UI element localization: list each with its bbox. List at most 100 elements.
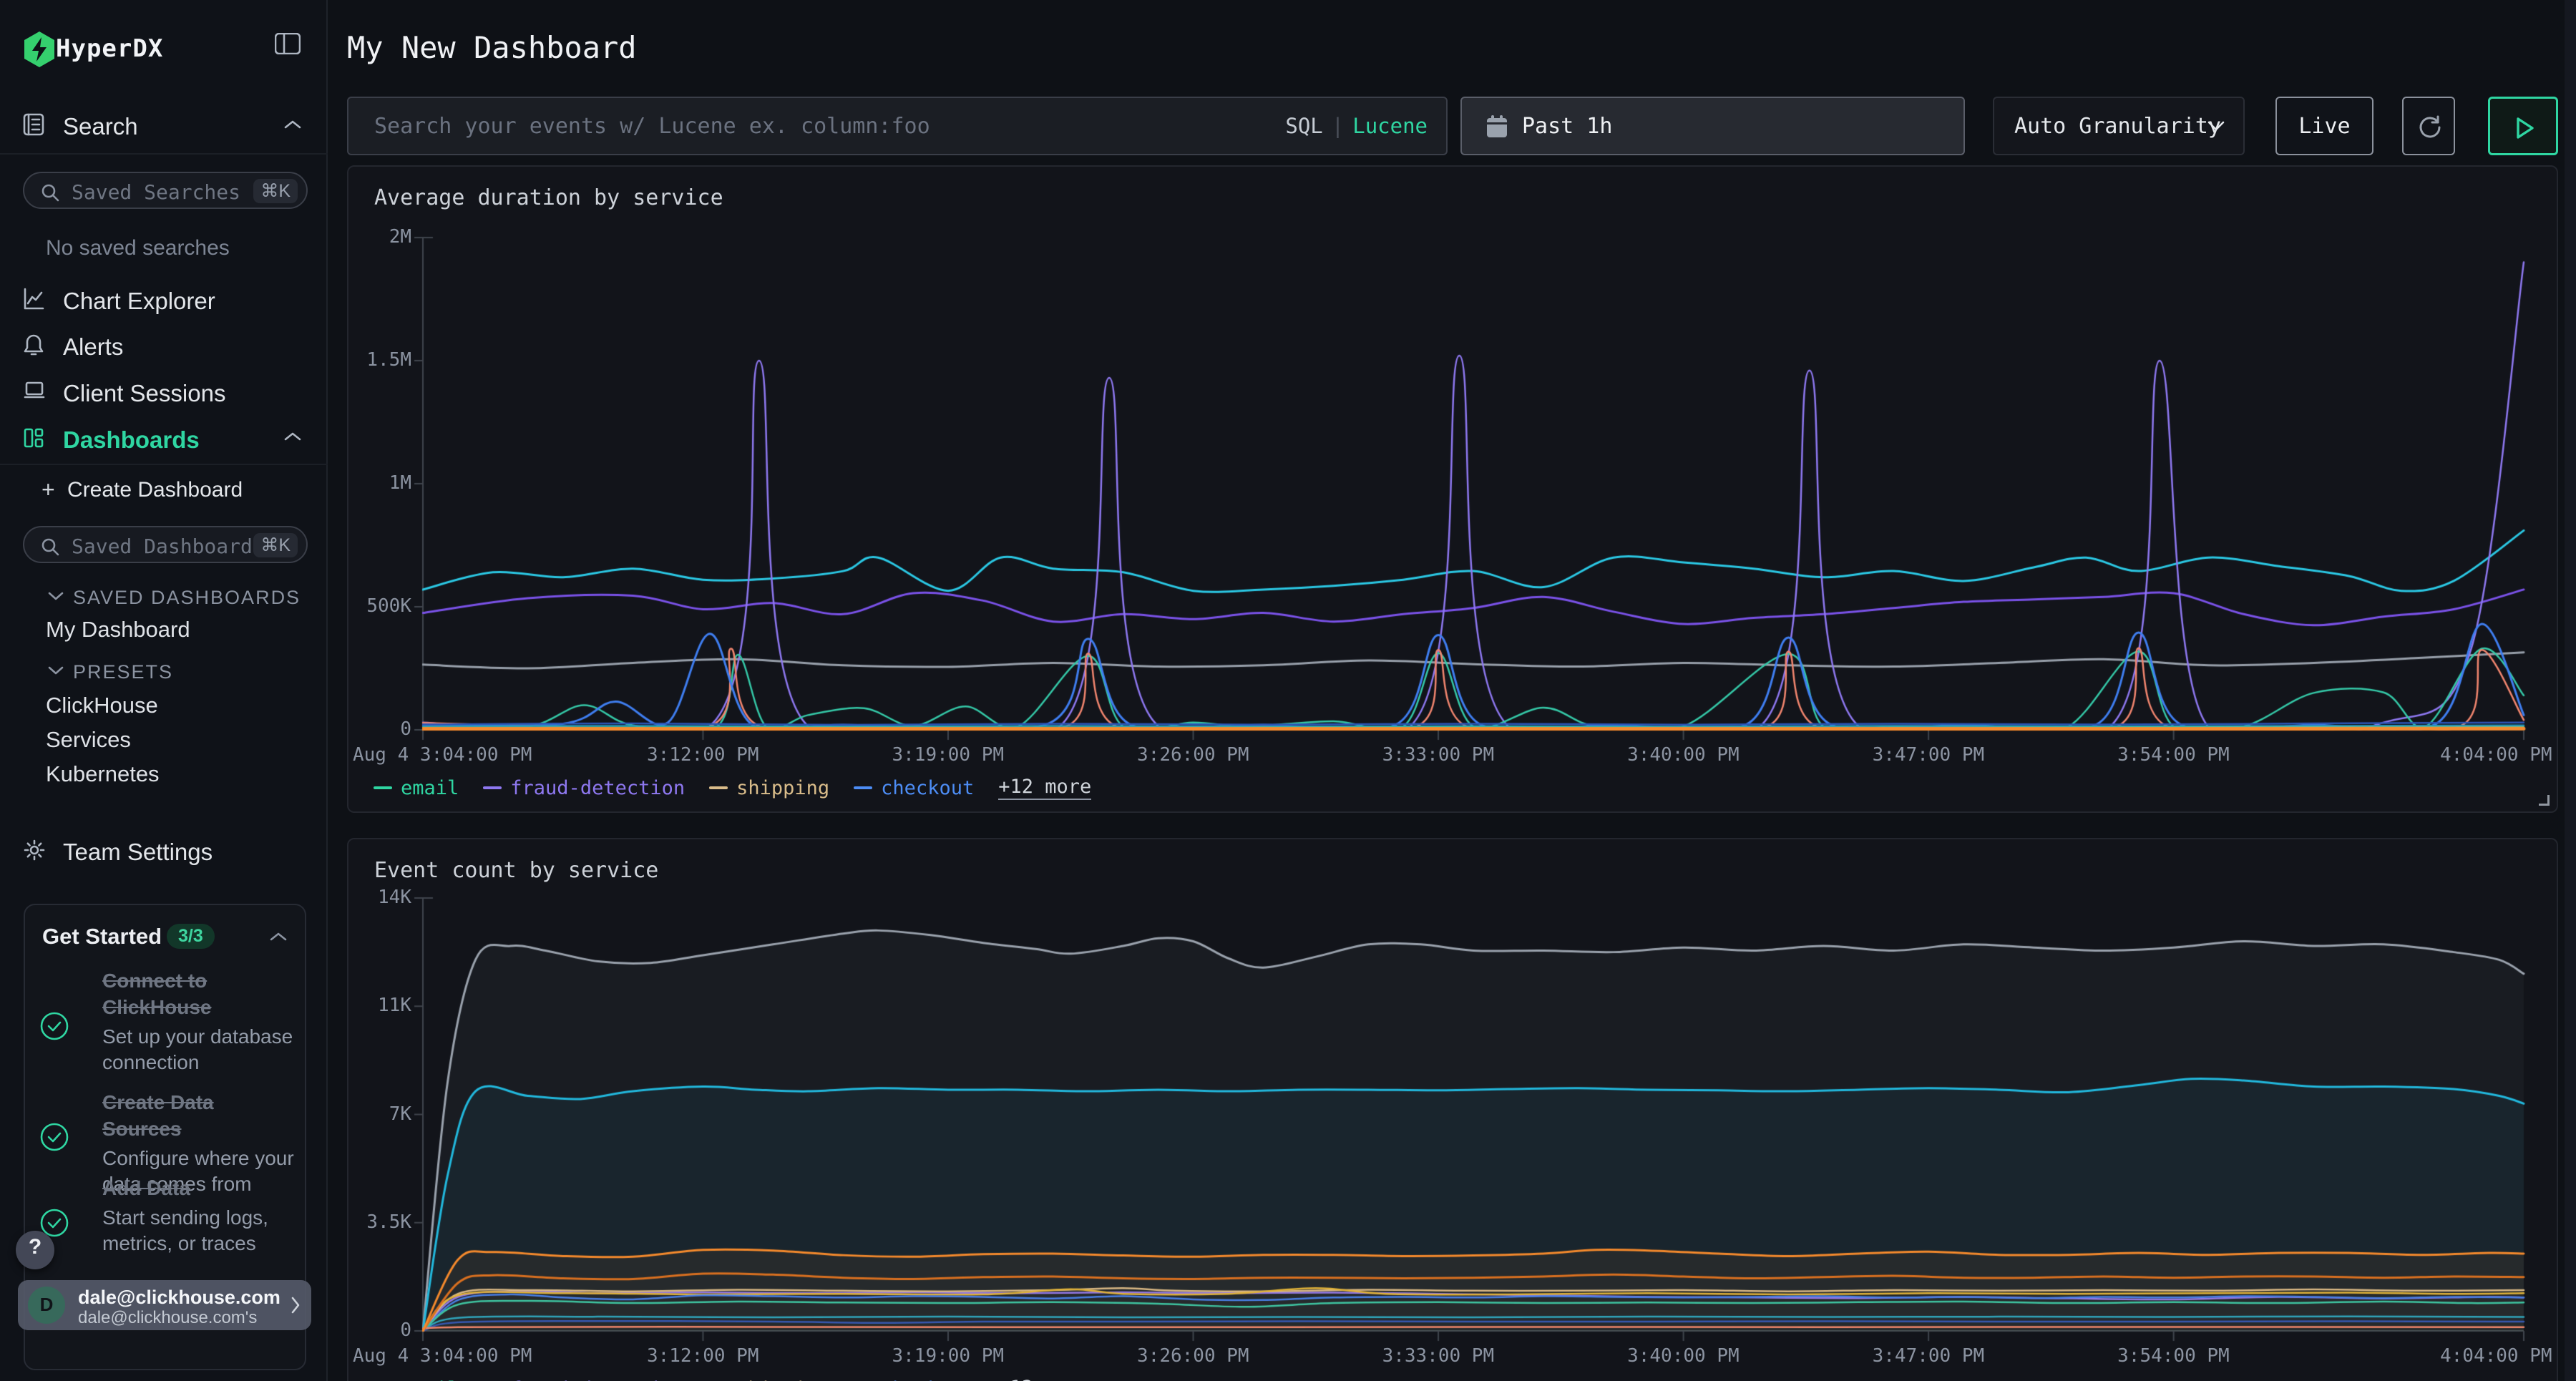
plus-icon: +	[42, 477, 55, 503]
legend-item-fraud-detection[interactable]: fraud-detection	[483, 1378, 685, 1381]
sidebar-item-services[interactable]: Services	[0, 727, 328, 760]
sidebar-item-team-settings[interactable]: Team Settings	[0, 829, 328, 874]
x-axis-tick-label: 3:40:00 PM	[1627, 744, 1740, 766]
get-started-item-sources[interactable]: Create Data Sources Configure where your…	[39, 1090, 297, 1183]
saved-dashboards-section-header[interactable]: SAVED DASHBOARDS	[0, 585, 328, 614]
search-section-label: Search	[63, 113, 138, 140]
legend-more-link[interactable]: +12 more	[998, 776, 1091, 800]
sidebar: HyperDX Search Saved Searches ⌘K No save…	[0, 0, 328, 1381]
avg-duration-chart[interactable]	[348, 167, 2560, 814]
sidebar-section-search[interactable]: Search	[0, 113, 328, 145]
y-axis-tick-label: 1M	[347, 472, 411, 494]
sql-toggle[interactable]: SQL	[1285, 114, 1322, 138]
legend-item-email[interactable]: email	[374, 1378, 459, 1381]
chart-legend: email fraud-detection shipping checkout +12 …	[374, 776, 1091, 800]
dashboards-icon	[23, 426, 44, 448]
y-axis-tick-label: 11K	[347, 995, 411, 1016]
create-dashboard-button[interactable]: + Create Dashboard	[0, 477, 328, 509]
gear-icon	[23, 839, 44, 860]
sidebar-item-chart-explorer[interactable]: Chart Explorer	[0, 278, 328, 323]
chevron-up-icon[interactable]	[269, 931, 288, 946]
get-started-item-connect[interactable]: Connect to ClickHouse Set up your databa…	[39, 968, 297, 1083]
presets-section-header[interactable]: PRESETS	[0, 660, 328, 688]
sidebar-item-my-dashboard[interactable]: My Dashboard	[0, 617, 328, 650]
x-axis-tick-label: 3:19:00 PM	[892, 1345, 1005, 1367]
search-section-icon	[23, 113, 44, 135]
y-axis-tick-label: 0	[347, 1319, 411, 1341]
brand-row: HyperDX	[0, 29, 328, 72]
x-axis-tick-label: 3:40:00 PM	[1627, 1345, 1740, 1367]
live-label: Live	[2277, 114, 2372, 139]
get-started-progress-badge: 3/3	[167, 924, 215, 949]
user-org: dale@clickhouse.com's	[78, 1308, 257, 1328]
chevron-up-icon[interactable]	[283, 119, 302, 134]
live-button[interactable]: Live	[2275, 97, 2373, 155]
chevron-down-icon	[2206, 119, 2226, 136]
chevron-up-icon[interactable]	[283, 431, 302, 446]
legend-item-email[interactable]: email	[374, 777, 459, 799]
legend-item-shipping[interactable]: shipping	[709, 777, 829, 799]
legend-more-link[interactable]: +12 more	[998, 1377, 1091, 1381]
y-axis-tick-label: 0	[347, 718, 411, 740]
x-axis-tick-label: 3:12:00 PM	[647, 1345, 759, 1367]
sidebar-item-kubernetes[interactable]: Kubernetes	[0, 761, 328, 794]
legend-item-checkout[interactable]: checkout	[854, 777, 974, 799]
saved-searches-placeholder: Saved Searches	[72, 180, 240, 204]
help-label: ?	[16, 1235, 54, 1259]
legend-swatch	[483, 786, 502, 789]
sidebar-collapse-icon[interactable]	[275, 33, 301, 54]
y-axis-tick-label: 1.5M	[347, 349, 411, 371]
team-settings-label: Team Settings	[63, 839, 213, 866]
time-range-picker[interactable]: Past 1h	[1460, 97, 1965, 155]
x-axis-tick-label: 4:04:00 PM	[2440, 1345, 2552, 1367]
x-axis-tick-label: 3:47:00 PM	[1873, 744, 1985, 766]
presets-section-label: PRESETS	[73, 661, 173, 683]
legend-label: checkout	[881, 777, 974, 799]
refresh-button[interactable]	[2402, 97, 2455, 155]
sidebar-item-client-sessions[interactable]: Client Sessions	[0, 370, 328, 416]
get-started-item-add-data[interactable]: Add Data Start sending logs, metrics, or…	[39, 1176, 297, 1269]
get-started-title: Get Started	[42, 924, 162, 950]
page-title: My New Dashboard	[347, 30, 637, 65]
hyperdx-logo-icon	[21, 30, 57, 72]
chevron-down-icon	[47, 591, 64, 605]
user-menu[interactable]: D dale@clickhouse.com dale@clickhouse.co…	[18, 1280, 311, 1330]
event-search-placeholder: Search your events w/ Lucene ex. column:…	[374, 114, 930, 139]
legend-more-label[interactable]: +12 more	[998, 1377, 1091, 1381]
sidebar-divider	[0, 153, 328, 155]
x-axis-tick-label: 3:12:00 PM	[647, 744, 759, 766]
granularity-select[interactable]: Auto Granularity	[1993, 97, 2245, 155]
get-started-item-title: Create Data Sources	[102, 1090, 294, 1143]
shortcut-badge: ⌘K	[253, 533, 298, 557]
shortcut-badge: ⌘K	[253, 179, 298, 203]
chart-panel-event-count: Event count by service emailfraud-detect…	[347, 838, 2558, 1381]
help-button[interactable]: ?	[16, 1231, 54, 1269]
legend-label: email	[401, 777, 459, 799]
saved-searches-input[interactable]: Saved Searches ⌘K	[23, 172, 308, 209]
get-started-item-title: Connect to ClickHouse	[102, 968, 294, 1021]
brand-name: HyperDX	[56, 34, 163, 63]
legend-more-label[interactable]: +12 more	[998, 776, 1091, 800]
run-query-button[interactable]	[2488, 97, 2558, 155]
check-circle-icon	[39, 1011, 69, 1045]
event-search-input[interactable]: Search your events w/ Lucene ex. column:…	[347, 97, 1448, 155]
event-count-chart[interactable]	[348, 839, 2560, 1381]
sidebar-item-alerts[interactable]: Alerts	[0, 323, 328, 369]
sidebar-item-dashboards[interactable]: Dashboards	[0, 416, 328, 462]
saved-dashboards-input[interactable]: Saved Dashboards ⌘K	[23, 526, 308, 563]
dashboards-label: Dashboards	[63, 426, 200, 454]
lucene-toggle[interactable]: Lucene	[1352, 114, 1428, 138]
resize-grip[interactable]	[2539, 795, 2550, 806]
time-range-value: Past 1h	[1522, 114, 1612, 139]
legend-item-fraud-detection[interactable]: fraud-detection	[483, 777, 685, 799]
sidebar-item-clickhouse[interactable]: ClickHouse	[0, 693, 328, 726]
toggle-divider: |	[1332, 114, 1344, 138]
legend-label: email	[401, 1378, 459, 1381]
legend-label: checkout	[881, 1378, 974, 1381]
legend-item-shipping[interactable]: shipping	[709, 1378, 829, 1381]
y-axis-tick-label: 2M	[347, 226, 411, 248]
alerts-label: Alerts	[63, 333, 123, 361]
legend-item-checkout[interactable]: checkout	[854, 1378, 974, 1381]
create-dashboard-label: Create Dashboard	[67, 478, 243, 502]
page-scrollbar[interactable]	[2565, 0, 2576, 1381]
